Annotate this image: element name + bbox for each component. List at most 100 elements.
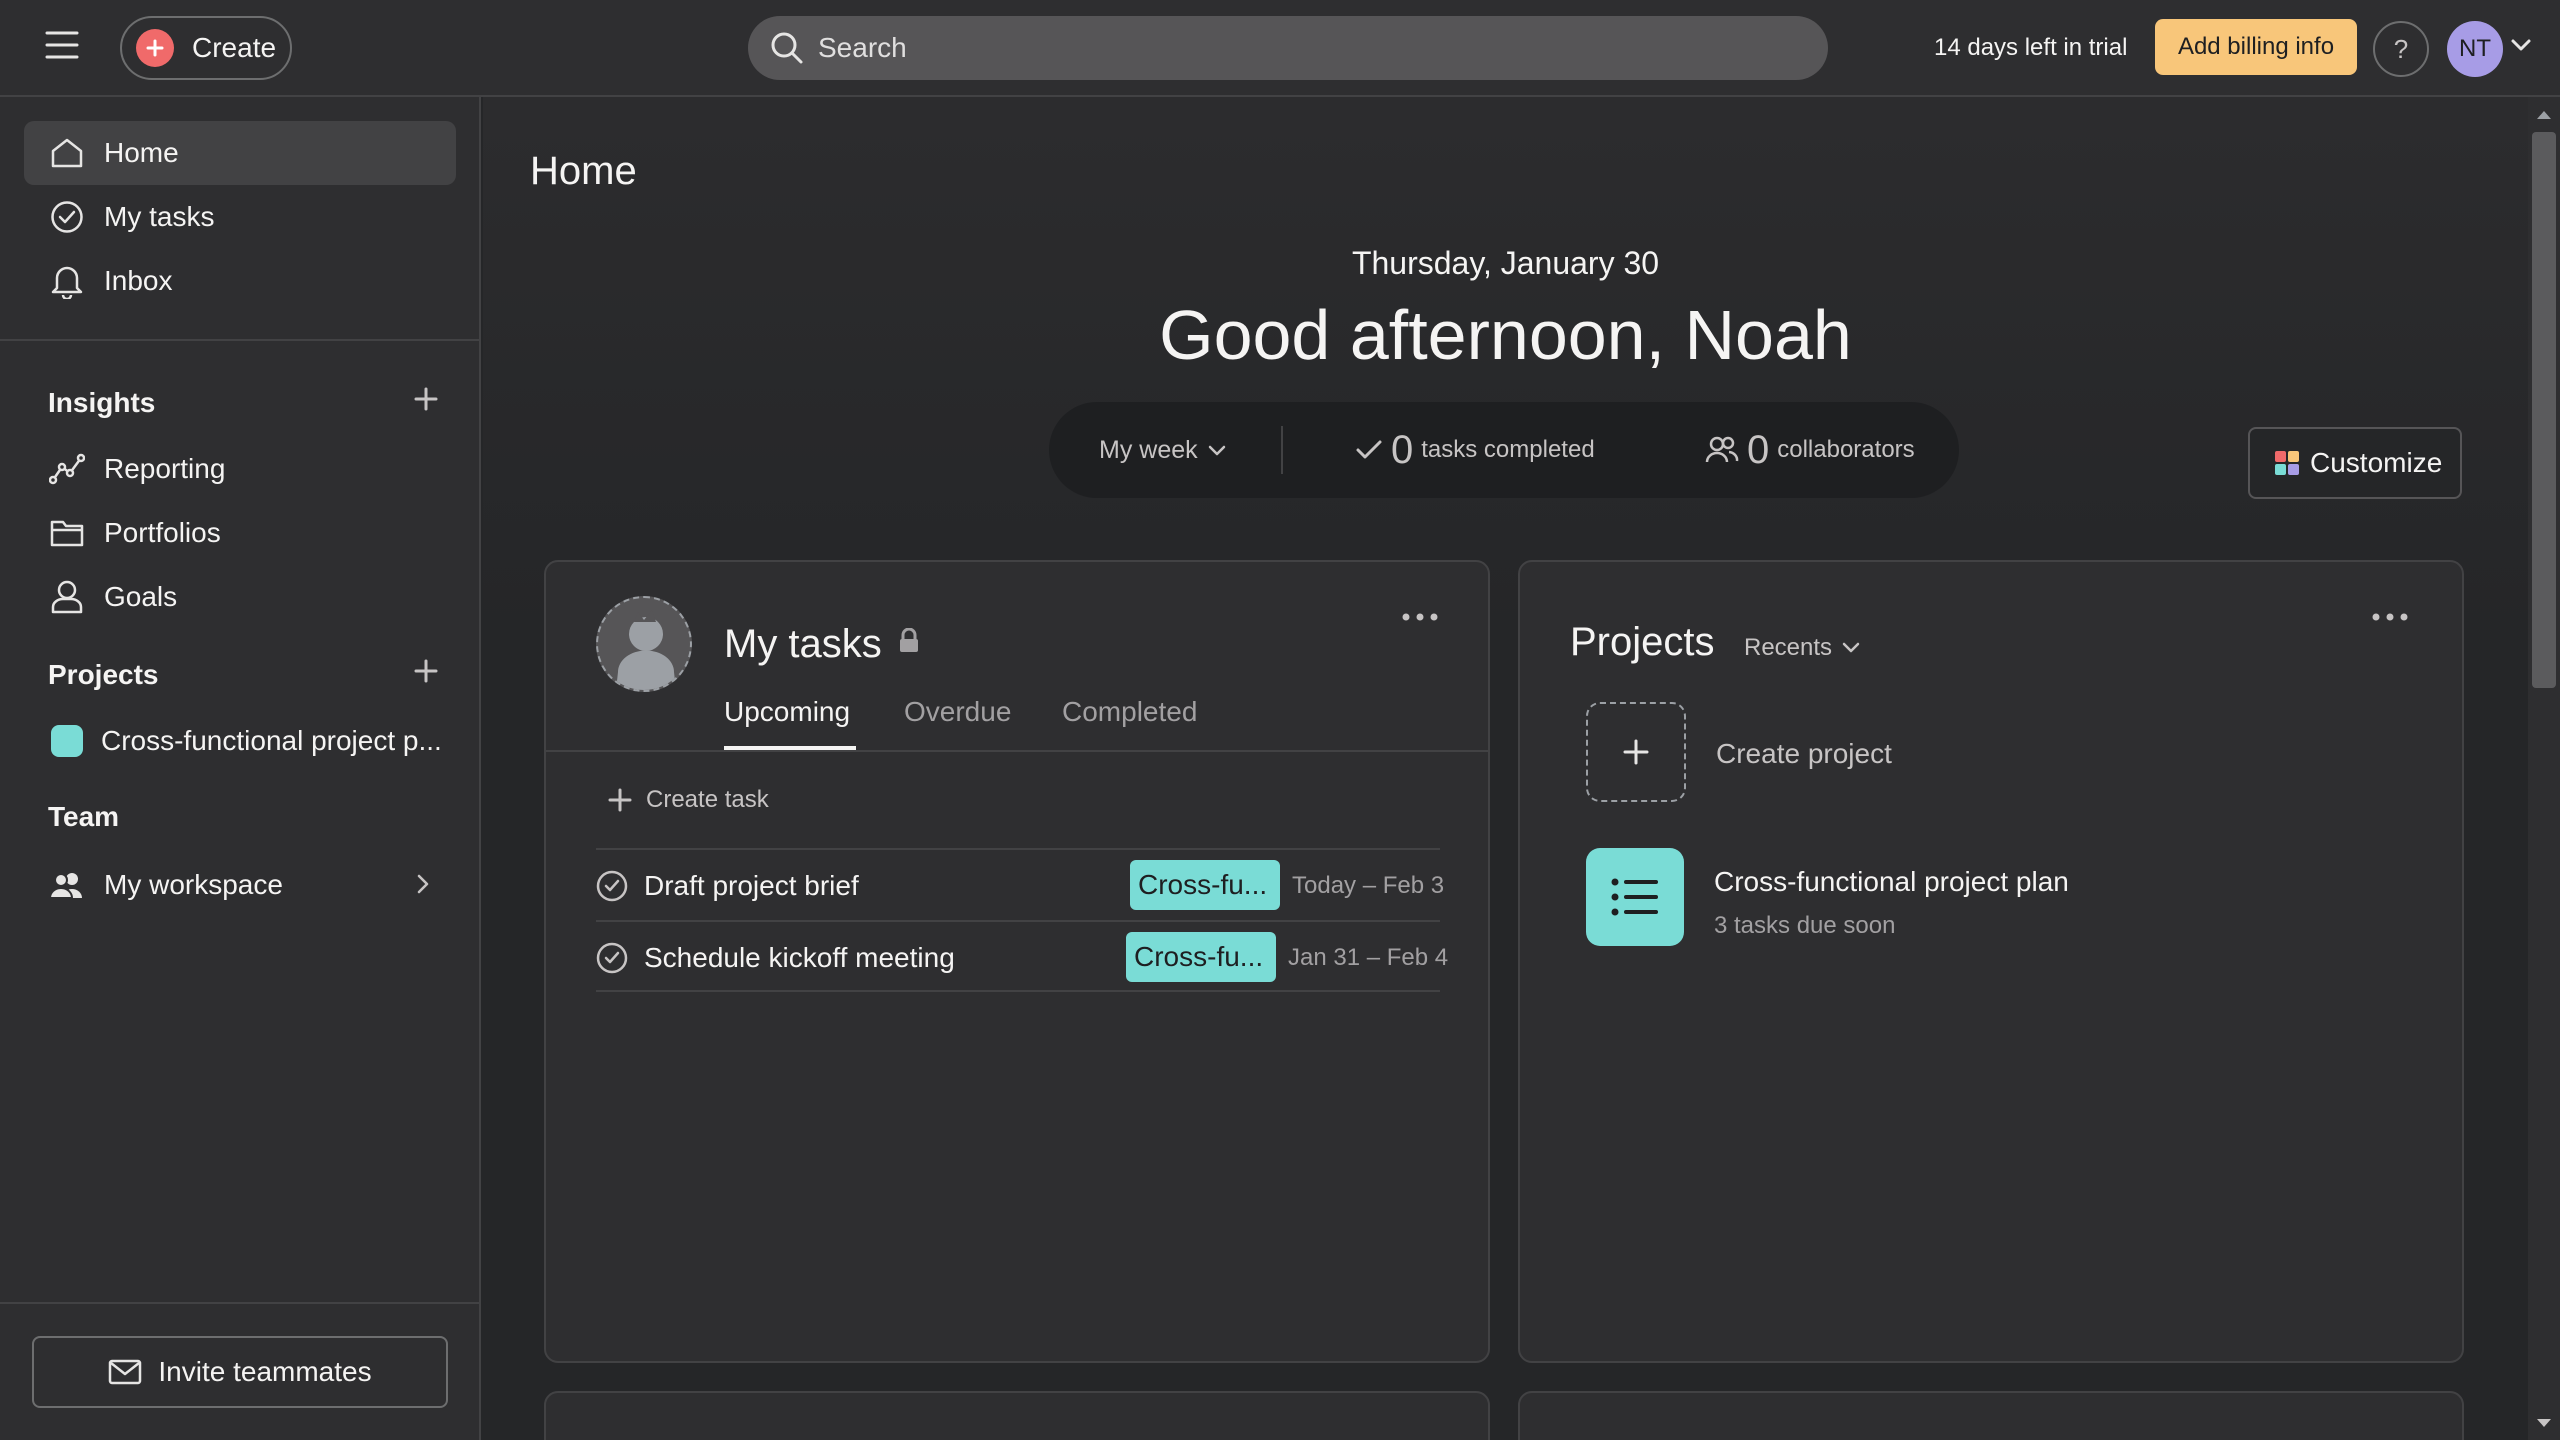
task-project-tag[interactable]: Cross-fu... — [1130, 860, 1280, 910]
more-options-icon[interactable] — [1400, 612, 1440, 632]
create-project-label[interactable]: Create project — [1716, 738, 1892, 770]
sidebar-item-label: Inbox — [104, 265, 173, 296]
folder-icon — [48, 514, 86, 552]
chevron-down-icon[interactable] — [2510, 38, 2534, 58]
sidebar-item-label: My workspace — [104, 869, 283, 900]
stats-divider — [1281, 426, 1283, 474]
tasks-completed-stat: 0 tasks completed — [1355, 426, 1595, 474]
task-name[interactable]: Draft project brief — [644, 870, 859, 902]
tasks-completed-count: 0 — [1391, 427, 1414, 472]
chevron-down-icon — [1842, 642, 1860, 654]
sidebar: Home My tasks Inbox Insights Reporting P… — [0, 97, 481, 1440]
invite-teammates-label: Invite teammates — [158, 1356, 372, 1387]
add-insight-plus-icon[interactable] — [414, 387, 442, 415]
create-task-label: Create task — [646, 786, 769, 813]
avatar[interactable]: NT — [2447, 21, 2503, 77]
task-due-date: Jan 31 – Feb 4 — [1288, 944, 1449, 971]
my-tasks-card: My tasks Upcoming Overdue Completed Crea… — [544, 560, 1490, 1363]
recents-label: Recents — [1744, 634, 1833, 661]
chevron-right-icon[interactable] — [416, 873, 436, 901]
task-complete-checkbox-icon[interactable] — [596, 942, 628, 974]
sidebar-item-goals[interactable]: Goals — [24, 565, 456, 629]
sidebar-item-reporting[interactable]: Reporting — [24, 437, 456, 501]
create-button-label: Create — [192, 32, 277, 63]
date-label: Thursday, January 30 — [1351, 245, 1660, 281]
plus-icon — [1622, 738, 1650, 766]
plus-icon — [608, 788, 632, 812]
person-icon — [48, 578, 86, 616]
projects-card-title: Projects — [1570, 620, 1715, 664]
scroll-up-arrow-icon[interactable] — [2534, 108, 2554, 124]
create-project-button[interactable] — [1586, 702, 1686, 802]
create-button[interactable]: Create — [120, 16, 292, 80]
task-due-date: Today – Feb 3 — [1292, 872, 1445, 899]
collaborators-count: 0 — [1747, 427, 1770, 472]
sidebar-item-portfolios[interactable]: Portfolios — [24, 501, 456, 565]
stats-bar: My week 0 tasks completed 0 collaborator… — [1049, 402, 1959, 498]
sidebar-item-my-workspace[interactable]: My workspace — [24, 853, 456, 917]
project-color-swatch — [51, 725, 83, 757]
widget-card — [544, 1391, 1490, 1440]
task-project-tag[interactable]: Cross-fu... — [1126, 932, 1276, 982]
tab-completed[interactable]: Completed — [1062, 696, 1197, 728]
sidebar-item-my-tasks[interactable]: My tasks — [24, 185, 456, 249]
projects-heading: Projects — [48, 659, 159, 690]
more-options-icon[interactable] — [2370, 612, 2410, 632]
plus-icon — [136, 29, 174, 67]
greeting: Good afternoon, Noah — [1159, 296, 1852, 374]
period-dropdown[interactable]: My week — [1099, 436, 1226, 465]
search-placeholder: Search — [818, 32, 907, 63]
lock-icon — [898, 628, 920, 654]
sidebar-item-label: Cross-functional project p... — [101, 725, 442, 756]
task-name[interactable]: Schedule kickoff meeting — [644, 942, 955, 974]
widgets-icon — [2274, 450, 2300, 476]
customize-button[interactable]: Customize — [2248, 427, 2462, 499]
scrollbar-thumb[interactable] — [2532, 132, 2556, 688]
check-circle-icon — [48, 198, 86, 236]
people-icon — [48, 866, 86, 904]
sidebar-item-inbox[interactable]: Inbox — [24, 249, 456, 313]
bell-icon — [48, 262, 86, 300]
add-billing-button[interactable]: Add billing info — [2155, 19, 2357, 75]
main-content: Home Thursday, January 30 Good afternoon… — [483, 97, 2528, 1440]
sidebar-item-label: Goals — [104, 581, 178, 612]
project-subtitle: 3 tasks due soon — [1714, 912, 1896, 939]
sidebar-item-label: Reporting — [104, 453, 226, 484]
collaborators-stat: 0 collaborators — [1705, 426, 1915, 474]
period-label: My week — [1099, 436, 1198, 464]
top-bar: Create Search 14 days left in trial Add … — [0, 0, 2560, 97]
help-button[interactable]: ? — [2373, 21, 2429, 77]
tasks-completed-label: tasks completed — [1421, 436, 1595, 463]
page-title: Home — [530, 149, 637, 193]
sidebar-item-home[interactable]: Home — [24, 121, 456, 185]
hamburger-menu-icon[interactable] — [44, 30, 92, 66]
tab-upcoming[interactable]: Upcoming — [724, 696, 850, 728]
sidebar-item-project[interactable]: Cross-functional project p... — [24, 709, 456, 773]
collaborators-label: collaborators — [1777, 436, 1915, 463]
scroll-down-arrow-icon[interactable] — [2534, 1416, 2554, 1432]
task-complete-checkbox-icon[interactable] — [596, 870, 628, 902]
invite-teammates-button[interactable]: Invite teammates — [32, 1336, 448, 1408]
search-input[interactable]: Search — [748, 16, 1828, 80]
customize-label: Customize — [2310, 447, 2443, 478]
search-icon — [770, 31, 804, 65]
user-avatar-placeholder — [596, 596, 692, 692]
line-chart-icon — [48, 450, 86, 488]
home-icon — [48, 134, 86, 172]
project-list-icon[interactable] — [1586, 848, 1684, 946]
project-name[interactable]: Cross-functional project plan — [1714, 866, 2069, 898]
trial-status: 14 days left in trial — [1934, 34, 2128, 61]
tabs-divider — [546, 750, 1488, 752]
create-task-button[interactable]: Create task — [608, 786, 769, 814]
people-outline-icon — [1705, 435, 1739, 465]
task-row[interactable]: Schedule kickoff meeting Cross-fu... Jan… — [596, 920, 1448, 992]
my-tasks-title: My tasks — [724, 622, 882, 666]
tab-overdue[interactable]: Overdue — [904, 696, 1011, 728]
insights-heading: Insights — [48, 387, 156, 418]
chevron-down-icon — [1208, 445, 1226, 457]
recents-dropdown[interactable]: Recents — [1744, 634, 1860, 662]
widget-card — [1518, 1391, 2464, 1440]
task-row[interactable]: Draft project brief Cross-fu... Today – … — [596, 848, 1444, 920]
sidebar-divider — [0, 1302, 481, 1304]
add-project-plus-icon[interactable] — [414, 659, 442, 687]
